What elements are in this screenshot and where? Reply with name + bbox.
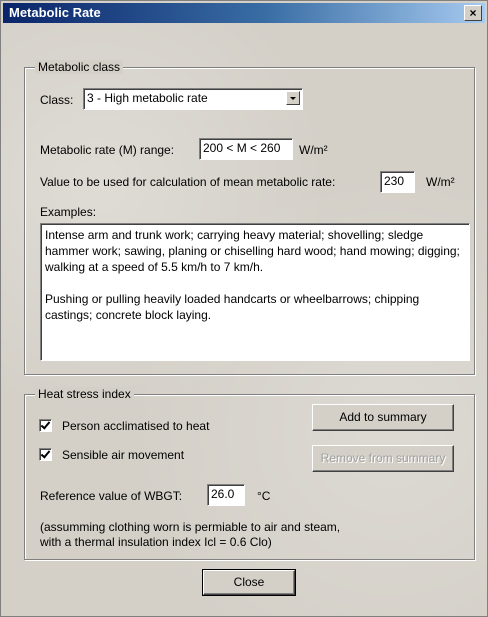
clothing-note-line1: (assumming clothing worn is permiable to… [40, 520, 341, 534]
range-field: 200 < M < 260 [199, 138, 293, 160]
class-label: Class: [40, 93, 74, 107]
mean-rate-input[interactable]: 230 [380, 171, 415, 193]
acclimatised-checkbox[interactable] [39, 419, 52, 432]
range-unit: W/m² [299, 143, 328, 157]
examples-text[interactable]: Intense arm and trunk work; carrying hea… [40, 223, 470, 361]
wbgt-field[interactable]: 26.0 [207, 484, 245, 506]
title-bar[interactable]: Metabolic Rate × [3, 3, 485, 23]
wbgt-value: 26.0 [211, 487, 235, 501]
metabolic-class-group-title: Metabolic class [35, 60, 124, 74]
air-movement-checkbox[interactable] [39, 448, 52, 461]
examples-label: Examples: [40, 205, 97, 219]
mean-rate-value: 230 [384, 174, 405, 188]
class-select[interactable]: 3 - High metabolic rate [83, 88, 303, 110]
add-to-summary-button[interactable]: Add to summary [312, 404, 454, 431]
heat-stress-group-title: Heat stress index [35, 387, 134, 401]
metabolic-rate-dialog: Metabolic Rate × Metabolic class Class: … [0, 0, 488, 617]
dialog-title: Metabolic Rate [9, 5, 101, 20]
wbgt-label: Reference value of WBGT: [40, 489, 183, 503]
range-label: Metabolic rate (M) range: [40, 143, 175, 157]
class-select-value: 3 - High metabolic rate [87, 91, 208, 105]
acclimatised-label[interactable]: Person acclimatised to heat [62, 419, 209, 433]
air-movement-label[interactable]: Sensible air movement [62, 448, 184, 462]
remove-from-summary-button[interactable]: Remove from summary [312, 445, 454, 472]
chevron-down-icon[interactable] [286, 91, 300, 105]
wbgt-unit: °C [257, 489, 271, 503]
close-button[interactable]: Close [202, 569, 296, 596]
mean-rate-label: Value to be used for calculation of mean… [40, 175, 336, 189]
mean-rate-unit: W/m² [426, 175, 455, 189]
close-icon[interactable]: × [464, 5, 482, 21]
clothing-note-line2: with a thermal insulation index Icl = 0.… [40, 535, 272, 549]
range-value: 200 < M < 260 [203, 141, 281, 155]
remove-from-summary-label: Remove from summary [320, 451, 446, 465]
